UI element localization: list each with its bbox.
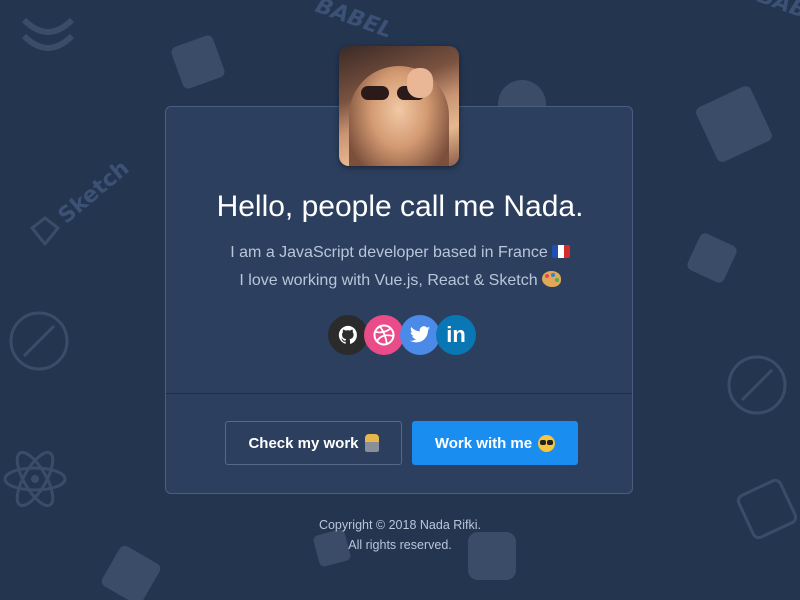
js-badge-icon (696, 86, 772, 162)
bio-text-location: I am a JavaScript developer based in Fra… (230, 244, 548, 261)
check-my-work-button[interactable]: Check my work (225, 421, 402, 465)
bio-line-location: I am a JavaScript developer based in Fra… (0, 244, 800, 262)
github-link[interactable] (328, 315, 368, 355)
react-atom-icon (3, 450, 67, 508)
artist-palette-icon (541, 271, 561, 287)
css-badge-icon (21, 17, 75, 51)
footer-copyright: Copyright © 2018 Nada Rifki. (318, 518, 482, 532)
linkedin-icon: in (446, 322, 466, 347)
check-my-work-label: Check my work (248, 434, 359, 452)
dribbble-icon (373, 324, 395, 346)
technologist-icon (364, 434, 379, 452)
page-title: Hello, people call me Nada. (216, 190, 584, 223)
france-flag-icon (551, 245, 570, 258)
linkedin-link[interactable]: in (436, 315, 476, 355)
footer-rights: All rights reserved. (348, 538, 452, 552)
dribbble-link[interactable] (364, 315, 404, 355)
slack-hash-icon (468, 532, 516, 580)
work-with-me-button[interactable]: Work with me (412, 421, 578, 465)
bio-line-skills: I love working with Vue.js, React & Sket… (0, 271, 800, 290)
work-with-me-label: Work with me (434, 434, 533, 452)
safari-compass-icon (9, 311, 69, 371)
avatar-portrait (349, 66, 449, 166)
babel-logo-text: BABEL (312, 0, 396, 44)
h-badge-icon (736, 478, 798, 540)
avatar (339, 46, 459, 166)
nerd-face-icon (538, 434, 556, 452)
twitter-link[interactable] (400, 315, 440, 355)
html-badge-icon (171, 35, 225, 89)
avatar-hand (407, 68, 433, 98)
twitter-icon (409, 326, 431, 343)
bio-text-skills: I love working with Vue.js, React & Sket… (239, 272, 538, 289)
github-icon (338, 325, 357, 344)
social-links: in (328, 315, 478, 355)
safari-compass-icon-right (727, 355, 787, 415)
babel-logo-text-right: BABEL (754, 0, 800, 34)
